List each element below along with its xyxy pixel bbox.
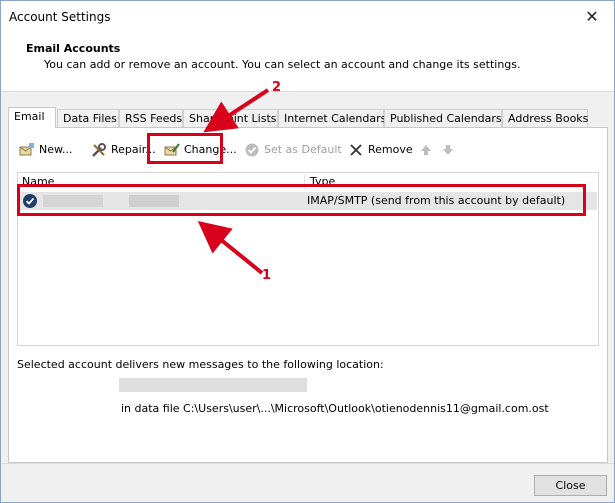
tab-email[interactable]: Email bbox=[8, 107, 56, 128]
remove-button-label: Remove bbox=[368, 143, 413, 156]
tab-internet-calendars[interactable]: Internet Calendars bbox=[278, 109, 386, 127]
delivery-data-file-path: in data file C:\Users\user\...\Microsoft… bbox=[121, 402, 549, 415]
header-subtitle: You can add or remove an account. You ca… bbox=[44, 58, 521, 71]
set-as-default-label: Set as Default bbox=[264, 143, 342, 156]
move-down-button[interactable] bbox=[440, 140, 456, 160]
remove-button[interactable]: Remove bbox=[348, 140, 413, 160]
header-panel: Email Accounts You can add or remove an … bbox=[1, 33, 614, 92]
new-button[interactable]: New... bbox=[19, 140, 72, 160]
tab-address-books[interactable]: Address Books bbox=[502, 109, 588, 127]
repair-button[interactable]: Repair... bbox=[91, 140, 156, 160]
header-title: Email Accounts bbox=[26, 42, 121, 55]
tab-data-files[interactable]: Data Files bbox=[57, 109, 119, 127]
tab-published-calendars[interactable]: Published Calendars bbox=[384, 109, 502, 127]
email-tab-panel: New... Repair... Change... Set as Defaul… bbox=[8, 127, 608, 463]
tab-rss-feeds[interactable]: RSS Feeds bbox=[119, 109, 183, 127]
title-bar: Account Settings ✕ bbox=[1, 1, 614, 33]
arrow-down-icon bbox=[440, 142, 456, 158]
delivery-location-label: Selected account delivers new messages t… bbox=[17, 358, 384, 371]
new-button-label: New... bbox=[39, 143, 73, 156]
account-settings-window: Account Settings ✕ Email Accounts You ca… bbox=[0, 0, 615, 503]
account-toolbar: New... Repair... Change... Set as Defaul… bbox=[17, 138, 597, 162]
close-button[interactable]: Close bbox=[534, 475, 607, 496]
account-row-highlight bbox=[17, 184, 586, 216]
checkmark-circle-icon bbox=[244, 142, 260, 158]
tab-sharepoint-lists[interactable]: SharePoint Lists bbox=[183, 109, 278, 127]
set-as-default-button[interactable]: Set as Default bbox=[244, 140, 342, 160]
arrow-up-icon bbox=[418, 142, 434, 158]
new-account-icon bbox=[19, 142, 35, 158]
window-title: Account Settings bbox=[9, 10, 111, 24]
repair-tools-icon bbox=[91, 142, 107, 158]
move-up-button[interactable] bbox=[418, 140, 434, 160]
footer-divider bbox=[1, 463, 614, 464]
redacted-delivery-folder bbox=[119, 378, 307, 392]
callout-number-1: 1 bbox=[262, 268, 272, 283]
callout-number-2: 2 bbox=[272, 80, 282, 95]
remove-x-icon bbox=[348, 142, 364, 158]
change-button-highlight bbox=[147, 133, 223, 164]
window-close-icon[interactable]: ✕ bbox=[582, 7, 602, 27]
